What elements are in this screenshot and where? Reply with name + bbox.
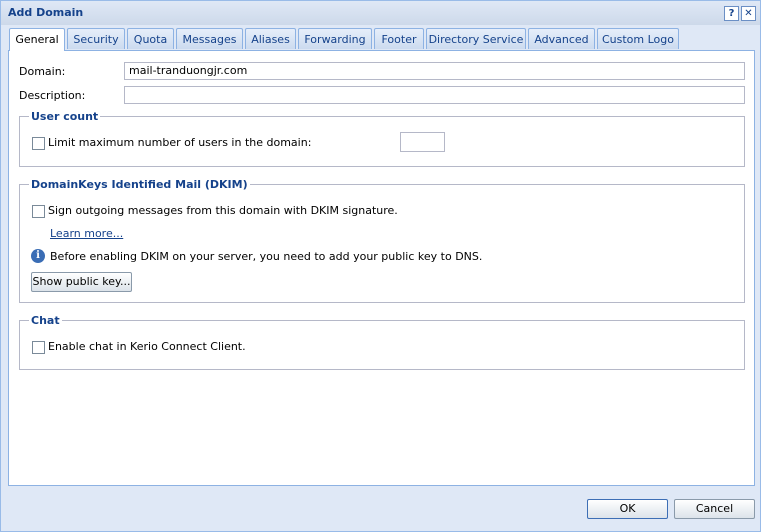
domain-input[interactable]: mail-tranduongjr.com <box>124 62 745 80</box>
title-bar: Add Domain ? ✕ <box>1 1 760 25</box>
close-icon[interactable]: ✕ <box>741 6 756 21</box>
dkim-sign-label: Sign outgoing messages from this domain … <box>48 204 398 217</box>
dkim-legend: DomainKeys Identified Mail (DKIM) <box>29 178 250 191</box>
user-count-legend: User count <box>29 110 101 123</box>
cancel-button[interactable]: Cancel <box>674 499 755 519</box>
enable-chat-label: Enable chat in Kerio Connect Client. <box>48 340 246 353</box>
dkim-sign-checkbox[interactable] <box>32 205 45 218</box>
limit-users-checkbox[interactable] <box>32 137 45 150</box>
dkim-info-text: Before enabling DKIM on your server, you… <box>50 250 483 263</box>
help-icon[interactable]: ? <box>724 6 739 21</box>
tab-general[interactable]: General <box>9 28 65 51</box>
tab-messages[interactable]: Messages <box>176 28 243 49</box>
learn-more-link[interactable]: Learn more... <box>50 227 123 240</box>
tab-aliases[interactable]: Aliases <box>245 28 296 49</box>
description-input[interactable] <box>124 86 745 104</box>
enable-chat-checkbox[interactable] <box>32 341 45 354</box>
tab-security[interactable]: Security <box>67 28 125 49</box>
max-users-input[interactable] <box>400 132 445 152</box>
tab-custom-logo[interactable]: Custom Logo <box>597 28 679 49</box>
chat-legend: Chat <box>29 314 62 327</box>
show-public-key-button[interactable]: Show public key... <box>31 272 132 292</box>
tab-forwarding[interactable]: Forwarding <box>298 28 372 49</box>
tab-footer[interactable]: Footer <box>374 28 424 49</box>
tab-quota[interactable]: Quota <box>127 28 174 49</box>
limit-users-label: Limit maximum number of users in the dom… <box>48 136 312 149</box>
tab-directory-service[interactable]: Directory Service <box>426 28 526 49</box>
description-label: Description: <box>19 89 86 102</box>
add-domain-dialog: Add Domain ? ✕ General Security Quota Me… <box>0 0 761 532</box>
tab-advanced[interactable]: Advanced <box>528 28 595 49</box>
general-panel: Domain: mail-tranduongjr.com Description… <box>8 50 755 486</box>
dialog-title: Add Domain <box>8 6 84 19</box>
ok-button[interactable]: OK <box>587 499 668 519</box>
domain-label: Domain: <box>19 65 66 78</box>
info-icon: i <box>31 249 45 263</box>
